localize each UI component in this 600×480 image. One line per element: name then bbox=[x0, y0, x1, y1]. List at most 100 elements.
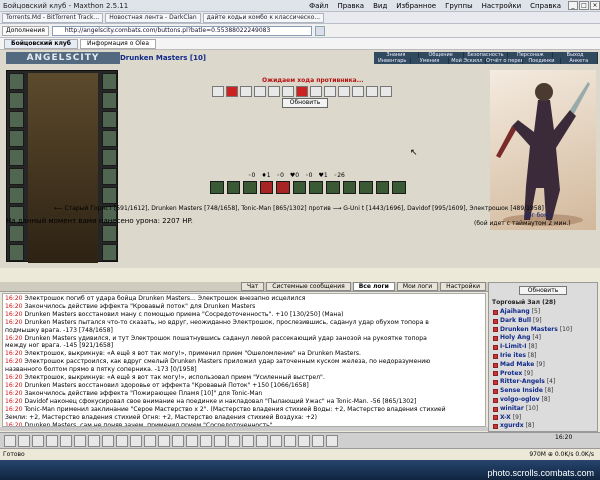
skill-icon[interactable] bbox=[292, 181, 307, 194]
toolbar-button[interactable] bbox=[88, 434, 100, 447]
menu-item-2[interactable]: Вид bbox=[373, 2, 387, 10]
equipment-slot[interactable] bbox=[102, 149, 117, 166]
url-input[interactable]: http://angelscity.combats.com/buttons.pl… bbox=[51, 25, 312, 36]
attack-slot[interactable] bbox=[282, 86, 294, 97]
user-name[interactable]: Sense Inside bbox=[500, 387, 543, 396]
attack-slot[interactable] bbox=[310, 86, 322, 97]
toolbar-button[interactable] bbox=[130, 434, 142, 447]
attack-slot[interactable] bbox=[254, 86, 266, 97]
equipment-slot[interactable] bbox=[102, 92, 117, 109]
browser-tab[interactable]: Новостная лента - DarkClan bbox=[105, 12, 201, 23]
user-name[interactable]: Holy Ang bbox=[500, 334, 530, 343]
equipment-slot[interactable] bbox=[9, 111, 24, 128]
battle-log-link[interactable]: лог боя » bbox=[524, 212, 553, 219]
room-user[interactable]: Protex [9] bbox=[493, 370, 597, 379]
user-name[interactable]: Drunken Masters bbox=[500, 326, 558, 335]
user-name[interactable]: Ritter-Angels bbox=[500, 378, 545, 387]
room-user[interactable]: I-Limit-I [8] bbox=[493, 343, 597, 352]
toolbar-button[interactable] bbox=[284, 434, 296, 447]
equipment-slot[interactable] bbox=[102, 73, 117, 90]
attack-slot[interactable] bbox=[212, 86, 224, 97]
skill-icon[interactable] bbox=[259, 181, 274, 194]
equipment-slot[interactable] bbox=[9, 92, 24, 109]
toolbar-button[interactable] bbox=[172, 434, 184, 447]
attack-slot[interactable] bbox=[338, 86, 350, 97]
skill-icon[interactable] bbox=[276, 181, 290, 194]
room-user[interactable]: volgo-oglov [8] bbox=[493, 396, 597, 405]
room-refresh-button[interactable]: Обновить bbox=[519, 286, 567, 295]
toolbar-button[interactable] bbox=[312, 434, 324, 447]
equipment-slot[interactable] bbox=[102, 111, 117, 128]
nav-item[interactable]: Мой Эскилл bbox=[449, 58, 486, 64]
toolbar-button[interactable] bbox=[270, 434, 282, 447]
toolbar-button[interactable] bbox=[298, 434, 310, 447]
horizontal-scrollbar[interactable] bbox=[0, 427, 488, 431]
equipment-slot[interactable] bbox=[9, 225, 24, 242]
toolbar-button[interactable] bbox=[18, 434, 30, 447]
attack-slot[interactable] bbox=[380, 86, 392, 97]
nav-item[interactable]: Инвентарь bbox=[374, 58, 412, 64]
attack-slot[interactable] bbox=[296, 86, 308, 97]
toolbar-button[interactable] bbox=[214, 434, 226, 447]
skill-icon[interactable] bbox=[342, 181, 357, 194]
toolbar-button[interactable] bbox=[102, 434, 114, 447]
menu-item-1[interactable]: Правка bbox=[337, 2, 364, 10]
user-name[interactable]: volgo-oglov bbox=[500, 396, 540, 405]
refresh-button[interactable]: Обновить bbox=[282, 98, 328, 108]
menu-item-0[interactable]: Файл bbox=[309, 2, 328, 10]
page-tab[interactable]: Бойцовский клуб bbox=[4, 38, 78, 49]
equipment-slot[interactable] bbox=[9, 168, 24, 185]
toolbar-button[interactable] bbox=[144, 434, 156, 447]
browser-tab[interactable]: дайте кодьи комбо к классическо... bbox=[202, 12, 325, 23]
room-user[interactable]: Dark Bull [9] bbox=[493, 317, 597, 326]
attack-slot[interactable] bbox=[268, 86, 280, 97]
skill-icon[interactable] bbox=[392, 181, 406, 194]
room-user[interactable]: Irie ites [8] bbox=[493, 352, 597, 361]
equipment-slot[interactable] bbox=[102, 225, 117, 242]
toolbar-button[interactable] bbox=[200, 434, 212, 447]
log-tab[interactable]: Все логи bbox=[352, 282, 395, 291]
log-tab[interactable]: Системные сообщения bbox=[266, 282, 351, 291]
attack-slot[interactable] bbox=[324, 86, 336, 97]
room-user[interactable]: Ritter-Angels [4] bbox=[493, 378, 597, 387]
minimize-button[interactable]: _ bbox=[568, 1, 578, 10]
toolbar-button[interactable] bbox=[242, 434, 254, 447]
toolbar-button[interactable] bbox=[326, 434, 338, 447]
nav-item[interactable]: Поединки bbox=[523, 58, 561, 64]
toolbar-button[interactable] bbox=[32, 434, 44, 447]
skill-icon[interactable] bbox=[309, 181, 324, 194]
go-icon[interactable] bbox=[314, 25, 325, 36]
room-user[interactable]: Ajaihang [5] bbox=[493, 308, 597, 317]
user-name[interactable]: Ajaihang bbox=[500, 308, 530, 317]
nav-item[interactable]: Отчёт о переводах bbox=[486, 58, 524, 64]
maximize-button[interactable]: □ bbox=[579, 1, 589, 10]
room-user[interactable]: X-X [9] bbox=[493, 414, 597, 423]
equipment-slot[interactable] bbox=[9, 187, 24, 204]
room-user[interactable]: xgurdx [8] bbox=[493, 422, 597, 431]
toolbar-button[interactable] bbox=[46, 434, 58, 447]
user-name[interactable]: I-Limit-I bbox=[500, 343, 527, 352]
user-name[interactable]: Irie ites bbox=[500, 352, 526, 361]
toolbar-button[interactable] bbox=[158, 434, 170, 447]
equipment-slot[interactable] bbox=[9, 149, 24, 166]
close-button[interactable]: × bbox=[590, 1, 600, 10]
toolbar-button[interactable] bbox=[4, 434, 16, 447]
user-name[interactable]: xgurdx bbox=[500, 422, 524, 431]
room-user[interactable]: Drunken Masters [10] bbox=[493, 326, 597, 335]
room-user[interactable]: Holy Ang [4] bbox=[493, 334, 597, 343]
attack-slot[interactable] bbox=[366, 86, 378, 97]
menu-item-3[interactable]: Избранное bbox=[396, 2, 436, 10]
toolbar-button[interactable] bbox=[74, 434, 86, 447]
room-user[interactable]: Mad Make [9] bbox=[493, 361, 597, 370]
browser-tab[interactable]: Torrents.Md - BitTorrent Track... bbox=[2, 12, 104, 23]
addons-button[interactable]: Дополнения bbox=[2, 25, 49, 36]
attack-slot[interactable] bbox=[352, 86, 364, 97]
attack-slot[interactable] bbox=[226, 86, 238, 97]
equipment-slot[interactable] bbox=[102, 244, 117, 261]
menu-item-5[interactable]: Настройки bbox=[482, 2, 522, 10]
skill-icon[interactable] bbox=[243, 181, 257, 194]
toolbar-button[interactable] bbox=[228, 434, 240, 447]
equipment-slot[interactable] bbox=[9, 73, 24, 90]
user-name[interactable]: Mad Make bbox=[500, 361, 534, 370]
skill-icon[interactable] bbox=[326, 181, 340, 194]
